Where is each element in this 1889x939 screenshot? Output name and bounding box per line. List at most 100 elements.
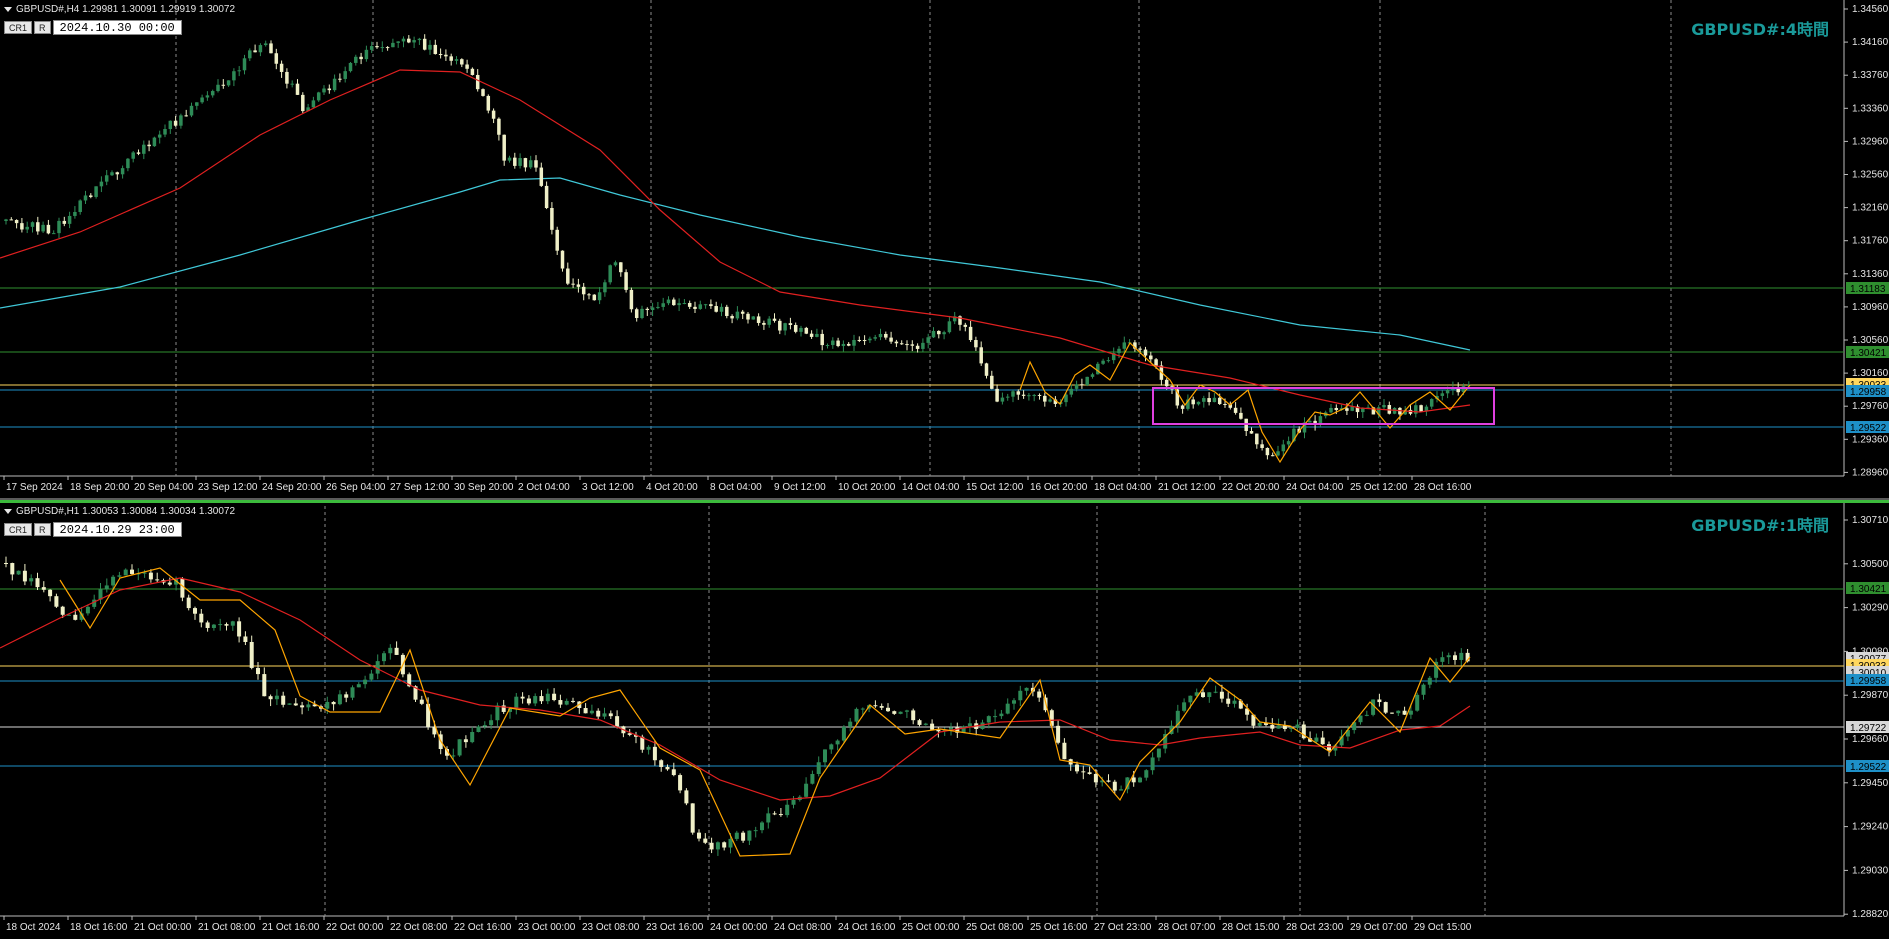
candle-body [205,95,210,98]
time-axis-label: 25 Oct 08:00 [966,922,1024,933]
candle-body [587,294,591,296]
candle-body [1027,395,1031,397]
time-axis-label: 3 Oct 12:00 [582,482,634,493]
candle-body [760,822,764,831]
candle-body [457,739,462,756]
h4-cr-button[interactable]: CR1 [4,21,33,34]
candle-body [51,233,56,235]
candle-body [533,696,538,704]
candle-body [507,157,512,161]
h4-chart-title: GBPUSD#:4時間 [1691,20,1829,39]
price-axis-label: 1.30160 [1852,368,1889,379]
h1-symbol-info: GBPUSD#,H1 1.30053 1.30084 1.30034 1.300… [4,506,235,517]
candle-body [332,78,337,91]
time-axis-label: 28 Oct 16:00 [1414,482,1472,493]
price-axis-label: 1.34560 [1852,4,1889,15]
candle-body [698,304,703,309]
candle-body [311,100,316,108]
candle-body [846,343,851,346]
candle-body [148,572,153,580]
candle-body [741,832,746,841]
candle-body [126,158,130,169]
collapse-triangle-icon[interactable] [4,508,12,514]
time-axis-label: 18 Oct 16:00 [70,922,128,933]
candle-body [619,262,623,273]
price-axis-label: 1.31360 [1852,269,1889,280]
candle-body [354,56,358,63]
collapse-triangle-icon[interactable] [4,6,12,12]
candle-body [730,315,734,319]
candle-body [123,569,128,576]
h1-date-field[interactable]: 2024.10.29 23:00 [52,522,182,537]
candle-body [486,95,491,111]
candle-body [1048,399,1052,402]
candle-body [481,89,485,96]
h1-chart-pane[interactable]: 1.30710 1.30500 1.30290 1.30080 1.29870 1.296… [0,500,1889,939]
candle-body [552,693,557,701]
candle-body [1217,397,1222,404]
candle-body [1453,655,1457,660]
h4-chart-pane[interactable]: 1.34560 1.34160 1.33760 1.33360 1.32960 1.325… [0,0,1889,498]
h4-chart-canvas[interactable]: 1.34560 1.34160 1.33760 1.33360 1.32960 1.325… [0,0,1889,498]
price-axis-label: 1.29450 [1852,778,1889,789]
candle-body [375,661,380,674]
price-tag-label: 1.29958 [1850,676,1887,687]
candle-body [337,694,342,705]
candle-body [35,578,40,588]
candle-body [1212,397,1217,403]
candle-body [1295,724,1300,728]
candle-body [1429,399,1434,407]
candle-body [1382,405,1386,408]
candle-body [1056,725,1061,743]
candle-body [1233,407,1238,413]
candle-body [211,624,216,628]
candle-body [136,152,141,154]
candle-body [650,307,655,311]
h1-cr-button[interactable]: CR1 [4,523,33,536]
candle-body [862,340,867,342]
candle-body [142,144,146,154]
h1-r-button[interactable]: R [34,523,51,536]
candle-body [1334,407,1339,411]
price-axis-label: 1.34160 [1852,37,1889,48]
candle-body [555,229,559,251]
candle-body [16,570,21,575]
candle-body [10,563,15,575]
time-axis-label: 17 Sep 2024 [6,482,63,493]
fast-moving-average-line [0,577,1471,801]
h1-chart-canvas[interactable]: 1.307101.305001.302901.300801.298701.296… [0,500,1889,939]
candle-body [343,71,347,79]
candle-body [852,339,856,346]
candle-body [539,696,544,702]
price-axis-label: 1.29030 [1852,865,1889,876]
candle-body [747,830,752,841]
h4-r-button[interactable]: R [34,21,51,34]
candle-body [596,710,601,717]
candle-body [199,613,204,623]
candle-body [820,333,824,346]
candle-body [1281,444,1286,452]
h4-date-field[interactable]: 2024.10.30 00:00 [52,20,182,35]
candle-body [287,703,292,705]
candle-body [915,345,920,349]
candle-body [1037,394,1042,396]
candle-body [382,653,386,662]
candle-body [597,292,602,301]
time-axis-label: 23 Oct 16:00 [646,922,704,933]
candle-body [1270,455,1275,457]
candle-body [179,115,183,126]
candle-body [1096,363,1100,375]
candle-body [417,38,422,41]
candle-body [734,832,739,839]
candle-body [1131,777,1136,783]
candle-body [195,102,199,106]
candle-body [1207,692,1212,698]
candle-body [67,215,72,224]
candle-body [589,710,594,714]
price-tag-label: 1.29722 [1850,723,1887,734]
active-pane-border [0,500,1889,503]
candle-body [993,716,998,718]
candle-body [1427,677,1432,685]
candle-body [263,43,268,46]
candle-body [693,306,697,309]
